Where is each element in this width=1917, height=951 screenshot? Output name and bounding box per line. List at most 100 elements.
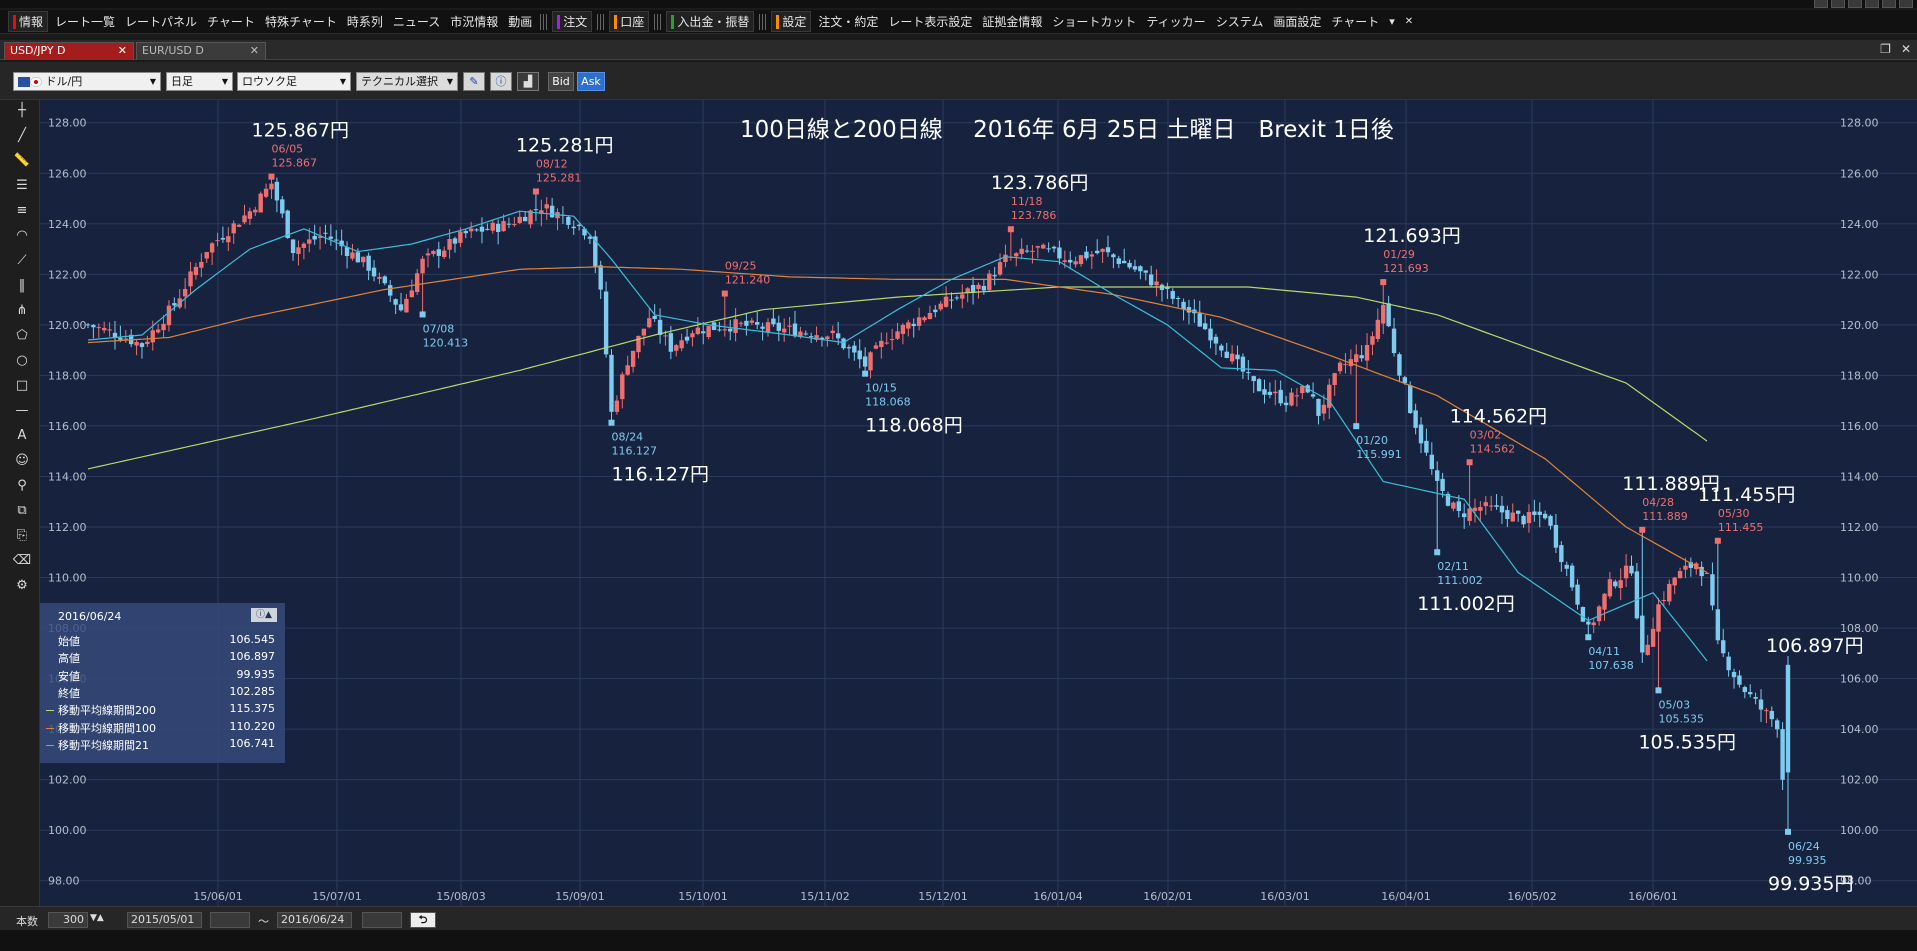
paste-icon[interactable]: ⎘ — [12, 527, 32, 545]
reload-icon[interactable]: ⮌ — [410, 912, 436, 928]
to-date-input[interactable]: 2016/06/24 — [277, 912, 352, 928]
tab-usd-jpy[interactable]: USD/JPY D ✕ — [4, 42, 134, 60]
currency-pair-select[interactable]: ドル/円 ▼ — [13, 72, 161, 91]
candle-body — [1526, 512, 1532, 524]
tab-eur-usd[interactable]: EUR/USD D ✕ — [136, 42, 266, 60]
close-icon[interactable]: ✕ — [1400, 16, 1418, 27]
candle-body — [852, 345, 857, 353]
legend-line — [46, 744, 54, 746]
from-date-input[interactable]: 2015/05/01 — [127, 912, 202, 928]
menu-group[interactable]: 情報 — [8, 11, 49, 32]
close-icon[interactable]: ✕ — [118, 43, 127, 59]
top-button[interactable] — [1882, 0, 1896, 8]
menu-group[interactable]: 口座 — [609, 11, 650, 32]
menu-more-icon[interactable]: ▾ — [1384, 15, 1400, 28]
candle-body — [1478, 506, 1483, 511]
y-tick-label-left: 114.00 — [48, 470, 87, 483]
pitchfork-icon[interactable]: ⋔ — [12, 302, 32, 320]
emoji-icon[interactable]: ☺ — [12, 452, 32, 470]
chevron-down-icon: ▼ — [149, 77, 156, 86]
chart-type-select[interactable]: ロウソク足 ▼ — [237, 72, 351, 91]
menu-item[interactable]: 動画 — [503, 13, 537, 30]
candle-body — [312, 235, 317, 240]
circle-icon[interactable]: ○ — [12, 352, 32, 370]
candle-body — [1575, 584, 1580, 605]
fan-lines-icon[interactable]: ⟋ — [12, 252, 32, 270]
candle-body — [404, 298, 409, 313]
timeframe-select[interactable]: 日足 ▼ — [166, 72, 233, 91]
candle-body — [123, 338, 128, 340]
top-button[interactable] — [1899, 0, 1913, 8]
close-icon[interactable]: ✕ — [250, 43, 259, 59]
menu-item[interactable]: システム — [1211, 13, 1269, 30]
menu-item[interactable]: ニュース — [388, 13, 445, 30]
candle-body — [830, 330, 835, 334]
chart-area[interactable]: 128.00 128.00 126.00 126.00 124.00 124.00 122.… — [40, 100, 1917, 906]
rectangle-icon[interactable]: □ — [12, 377, 32, 395]
menu-item[interactable]: チャート — [202, 13, 260, 30]
menu-item[interactable]: 特殊チャート — [260, 13, 342, 30]
candle-body — [1418, 424, 1424, 444]
swing-value-label: 121.240 — [725, 274, 771, 287]
crosshair-icon[interactable]: ┼ — [12, 102, 32, 120]
menu-item[interactable]: 注文・約定 — [813, 13, 883, 30]
menu-group[interactable]: 注文 — [552, 11, 593, 32]
menu-item[interactable]: レート一覧 — [50, 13, 120, 30]
menu-item[interactable]: ショートカット — [1047, 13, 1141, 30]
trendline-icon[interactable]: ╱ — [12, 127, 32, 145]
ruler-icon[interactable]: 📏 — [12, 152, 32, 170]
swing-date-label: 06/24 — [1788, 840, 1820, 853]
text-icon[interactable]: A — [12, 427, 32, 445]
chart-style-icon[interactable]: ▟ — [517, 72, 539, 91]
menu-item[interactable]: チャート — [1326, 13, 1384, 30]
info-key: 始値 — [58, 635, 80, 648]
candle-body — [1294, 395, 1300, 397]
menu-item[interactable]: レート表示設定 — [883, 13, 977, 30]
horizontal-line-icon[interactable]: — — [12, 402, 32, 420]
top-button[interactable] — [1831, 0, 1845, 8]
stepper-icon[interactable]: ▼▲ — [90, 913, 104, 923]
technical-select[interactable]: テクニカル選択 ▼ — [356, 72, 458, 91]
top-button[interactable] — [1814, 0, 1828, 8]
count-input[interactable]: 300 — [48, 912, 88, 928]
copy-icon[interactable]: ⧉ — [12, 502, 32, 520]
menu-color-bar — [776, 14, 780, 29]
candle-body — [1505, 510, 1510, 519]
top-button[interactable] — [1865, 0, 1879, 8]
from-time-input[interactable] — [210, 912, 250, 928]
to-time-input[interactable] — [362, 912, 402, 928]
candle-body — [1078, 255, 1084, 264]
close-icon[interactable]: ✕ — [1901, 42, 1911, 56]
fibonacci-arc-icon[interactable]: ◠ — [12, 227, 32, 245]
top-button[interactable] — [1848, 0, 1862, 8]
settings-icon[interactable]: ⚙ — [12, 577, 32, 595]
candle-body — [1775, 720, 1780, 730]
info-collapse-icon[interactable]: ⓘ▲ — [251, 608, 277, 622]
candle-body — [1154, 281, 1159, 286]
parallel-lines-icon[interactable]: ☰ — [12, 177, 32, 195]
menu-item[interactable]: 証拠金情報 — [977, 13, 1047, 30]
restore-icon[interactable]: ❐ — [1880, 42, 1891, 56]
menu-group[interactable]: 入出金・振替 — [666, 11, 755, 32]
info-icon[interactable]: ⓘ — [490, 72, 512, 91]
menu-item[interactable]: 画面設定 — [1268, 13, 1326, 30]
legend-line — [46, 727, 54, 729]
candle-body — [1051, 246, 1057, 249]
swing-marker — [532, 188, 539, 195]
menu-item[interactable]: レートパネル — [120, 13, 202, 30]
menu-item[interactable]: 時系列 — [342, 13, 388, 30]
ask-button[interactable]: Ask — [577, 72, 605, 91]
magnet-icon[interactable]: ⚲ — [12, 477, 32, 495]
pen-icon[interactable]: ✎ — [463, 72, 485, 91]
vertical-lines-icon[interactable]: ‖ — [12, 277, 32, 295]
menu-group[interactable]: 設定 — [771, 11, 812, 32]
menu-item[interactable]: 市況情報 — [445, 13, 503, 30]
eraser-icon[interactable]: ⌫ — [12, 552, 32, 570]
bid-button[interactable]: Bid — [548, 72, 574, 91]
menu-item-label: 入出金・振替 — [677, 15, 750, 29]
menu-item[interactable]: ティッカー — [1141, 13, 1210, 30]
price-chart[interactable]: 128.00 128.00 126.00 126.00 124.00 124.00 122.… — [40, 100, 1917, 906]
pentagon-icon[interactable]: ⬠ — [12, 327, 32, 345]
candle-body — [1780, 729, 1785, 780]
horizontal-lines-icon[interactable]: ≡ — [12, 202, 32, 220]
